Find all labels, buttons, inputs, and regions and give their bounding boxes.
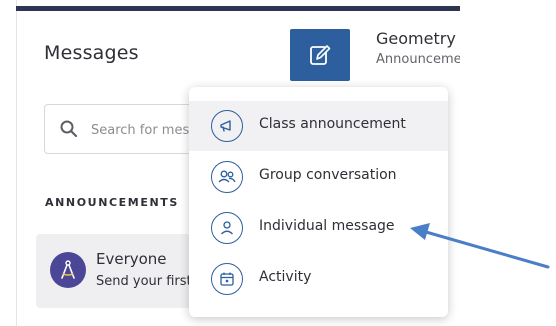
menu-item-label: Activity [259, 269, 312, 285]
pencil-edit-icon [310, 45, 331, 65]
search-icon [60, 120, 78, 138]
menu-item-label: Individual message [259, 218, 395, 234]
menu-item-label: Class announcement [259, 116, 406, 132]
announcement-card-everyone[interactable]: Everyone Send your first [36, 234, 190, 308]
annotation-arrow [410, 223, 550, 269]
person-icon [211, 212, 243, 244]
card-preview: Send your first [96, 274, 190, 289]
announcements-section-label: ANNOUNCEMENTS [45, 196, 179, 209]
top-bar [16, 6, 460, 11]
megaphone-icon [211, 110, 243, 142]
menu-item-label: Group conversation [259, 167, 397, 183]
compass-icon [61, 260, 75, 279]
compose-button[interactable] [290, 29, 350, 81]
new-message-menu: Class announcement Group conversation In… [189, 87, 448, 317]
page-title: Messages [44, 42, 139, 64]
menu-item-class-announcement[interactable]: Class announcement [189, 101, 448, 151]
card-title: Everyone [96, 250, 167, 268]
avatar [50, 252, 86, 288]
menu-item-group-conversation[interactable]: Group conversation [189, 152, 448, 202]
class-subtitle: Announceme [376, 52, 460, 67]
group-icon [211, 161, 243, 193]
calendar-icon [211, 263, 243, 295]
class-title: Geometry [376, 29, 456, 48]
